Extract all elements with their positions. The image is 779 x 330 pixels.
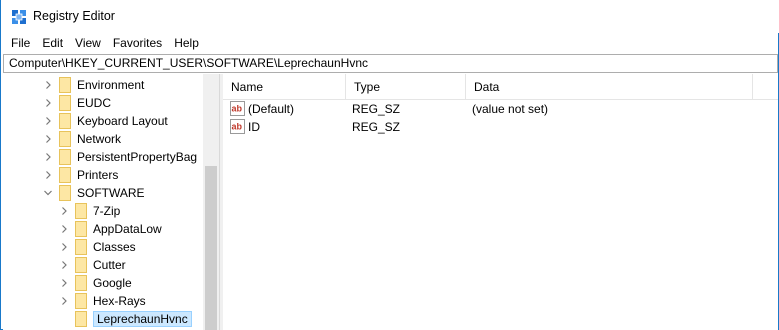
value-name: (Default) [248,102,295,116]
chevron-right-icon[interactable] [43,97,53,109]
folder-icon [59,95,71,111]
tree-item-label: SOFTWARE [77,186,145,200]
menu-edit[interactable]: Edit [36,34,69,52]
tree-item-label: Printers [77,168,119,182]
svg-text:ab: ab [232,104,243,114]
column-header-type[interactable]: Type [346,74,466,100]
menu-file[interactable]: File [5,34,36,52]
chevron-down-icon[interactable] [43,187,53,199]
folder-icon [75,239,87,255]
value-type: REG_SZ [352,120,401,134]
chevron-right-icon[interactable] [43,115,53,127]
folder-icon [75,203,87,219]
tree-item[interactable]: Cutter [3,256,203,274]
chevron-right-icon[interactable] [59,223,69,235]
column-header-data[interactable]: Data [466,74,753,100]
value-type: REG_SZ [352,102,401,116]
folder-icon [59,131,71,147]
tree-item-label: EUDC [77,96,112,110]
menu-help[interactable]: Help [168,34,205,52]
folder-icon [59,113,71,129]
tree-item-label: PersistentPropertyBag [77,150,198,164]
tree-item[interactable]: SOFTWARE [3,184,203,202]
column-header-name[interactable]: Name [223,74,346,100]
key-tree-pane: Environment EUDC Keyboard Layout Network Per… [3,74,219,330]
tree-item-label: LeprechaunHvnc [93,311,192,327]
tree-item-label: Keyboard Layout [77,114,168,128]
folder-icon [59,149,71,165]
tree-item-label: Cutter [93,258,126,272]
registry-editor-window: Registry Editor File Edit View Favorites… [0,0,779,330]
menu-favorites[interactable]: Favorites [107,34,168,52]
tree-vertical-scrollbar[interactable] [203,74,219,330]
chevron-right-icon[interactable] [59,295,69,307]
tree-item[interactable]: LeprechaunHvnc [3,310,203,328]
address-bar[interactable]: Computer\HKEY_CURRENT_USER\SOFTWARE\Lepr… [3,54,778,73]
chevron-right-icon[interactable] [59,205,69,217]
chevron-right-icon[interactable] [59,241,69,253]
values-list-header: Name Type Data [223,74,778,100]
menu-view[interactable]: View [69,34,107,52]
folder-icon [75,257,87,273]
chevron-right-icon[interactable] [43,79,53,91]
registry-editor-app-icon [12,10,26,24]
tree-item-label: Environment [77,78,145,92]
folder-icon [75,311,87,327]
tree-item-label: AppDataLow [93,222,162,236]
folder-icon [59,185,71,201]
svg-text:ab: ab [232,122,243,132]
tree-item-label: 7-Zip [93,204,121,218]
values-list-pane: Name Type Data ab (Default) REG_SZ (value n… [223,74,778,330]
title-bar[interactable]: Registry Editor [1,0,779,33]
tree-item[interactable]: Keyboard Layout [3,112,203,130]
menu-bar: File Edit View Favorites Help [1,33,779,53]
tree-item-label: Network [77,132,122,146]
tree-item[interactable]: EUDC [3,94,203,112]
folder-icon [75,221,87,237]
tree-item[interactable]: Hex-Rays [3,292,203,310]
folder-icon [75,275,87,291]
tree-item[interactable]: AppDataLow [3,220,203,238]
tree-scrollbar-thumb[interactable] [205,166,217,330]
chevron-right-icon[interactable] [59,259,69,271]
chevron-right-icon[interactable] [59,277,69,289]
folder-icon [59,77,71,93]
tree-item[interactable]: Network [3,130,203,148]
chevron-right-icon[interactable] [43,133,53,145]
tree-item[interactable]: 7-Zip [3,202,203,220]
value-row[interactable]: ab ID REG_SZ [223,118,778,136]
chevron-right-icon[interactable] [43,169,53,181]
tree-item[interactable]: Classes [3,238,203,256]
tree-item-label: Classes [93,240,136,254]
value-data: (value not set) [472,102,549,116]
tree-item[interactable]: Google [3,274,203,292]
tree-item[interactable]: Environment [3,76,203,94]
tree-item[interactable]: PersistentPropertyBag [3,148,203,166]
tree-item[interactable]: Printers [3,166,203,184]
folder-icon [59,167,71,183]
tree-item-label: Hex-Rays [93,294,146,308]
string-value-icon: ab [230,101,245,116]
folder-icon [75,293,87,309]
string-value-icon: ab [230,119,245,134]
value-row[interactable]: ab (Default) REG_SZ (value not set) [223,100,778,118]
value-name: ID [248,120,260,134]
chevron-right-icon[interactable] [43,151,53,163]
tree-item-label: Google [93,276,132,290]
window-title: Registry Editor [33,9,115,23]
